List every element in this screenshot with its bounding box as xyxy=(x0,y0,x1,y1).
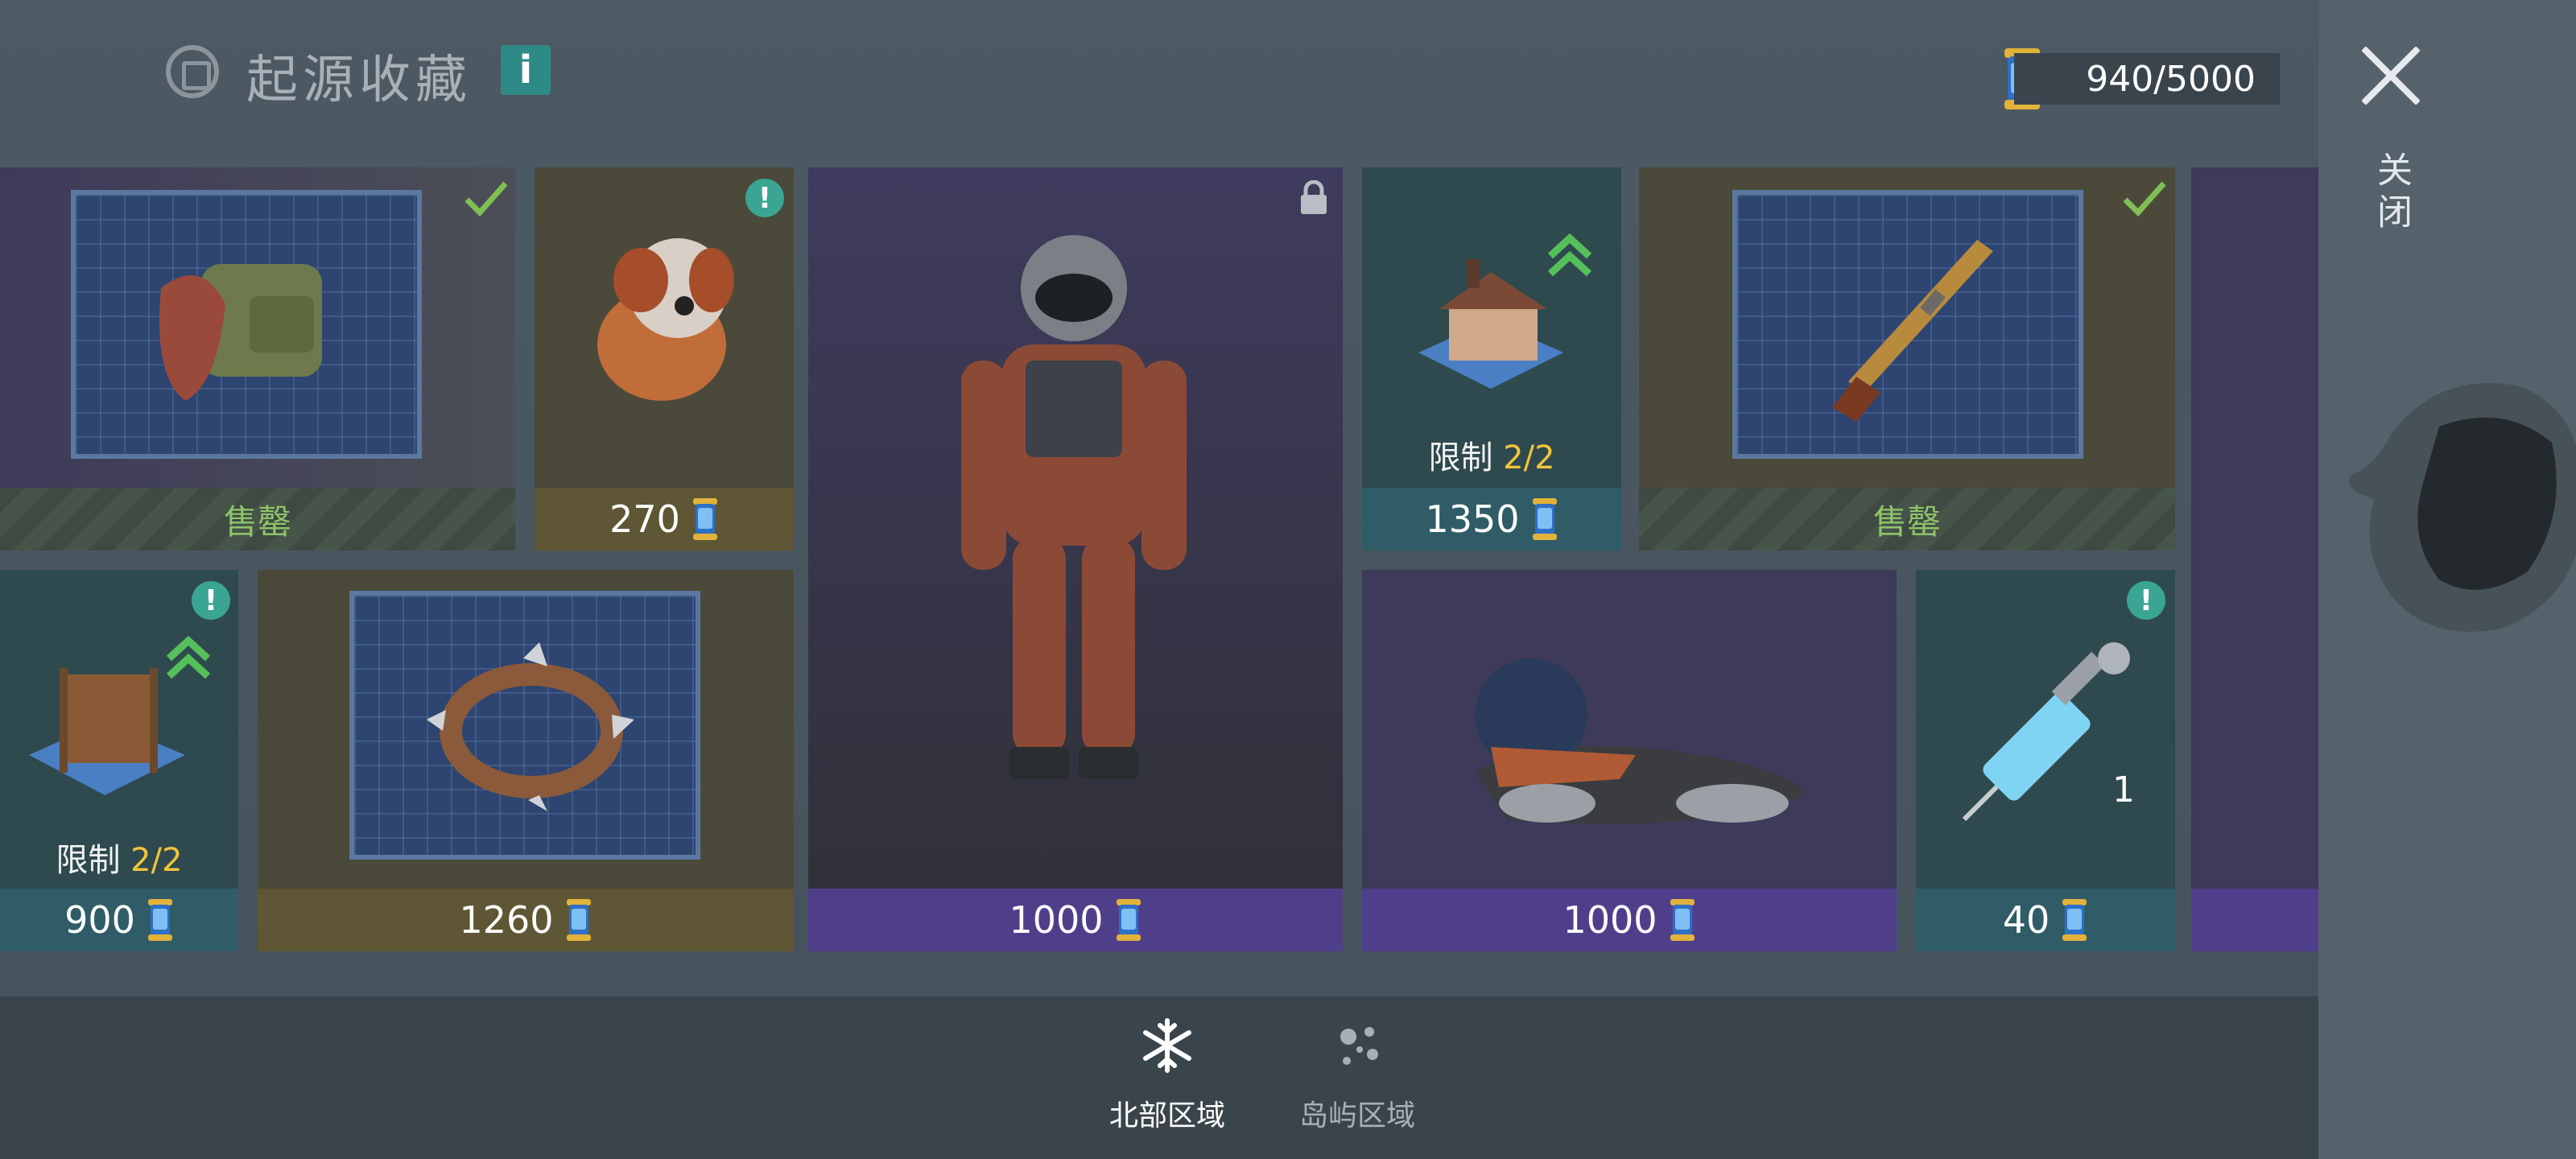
house-image xyxy=(1418,259,1563,389)
price-value: 1350 xyxy=(1425,497,1520,541)
info-button[interactable]: i xyxy=(501,45,551,95)
snow-particles-icon xyxy=(1340,1027,1378,1065)
tab-island-region[interactable]: 岛屿区域 xyxy=(1285,1017,1430,1134)
character-silhouette-icon xyxy=(2349,383,2576,632)
limit-value: 2/2 xyxy=(130,842,183,879)
sold-out-label: 售罄 xyxy=(1639,488,2175,551)
price-tag: 40 xyxy=(1916,889,2175,951)
token-icon xyxy=(1115,897,1142,942)
price-tag xyxy=(2191,889,2318,951)
backpack-image xyxy=(159,264,322,401)
item-card-rifle[interactable]: 售罄 xyxy=(1639,167,2175,551)
limit-value: 2/2 xyxy=(1503,439,1555,476)
tab-label: 岛屿区域 xyxy=(1298,1099,1415,1132)
price-tag: 1000 xyxy=(808,889,1343,951)
currency-counter: 940/5000 xyxy=(2014,53,2280,105)
price-value: 1000 xyxy=(1563,898,1657,942)
token-icon xyxy=(1531,497,1558,542)
price-tag: 1350 xyxy=(1362,488,1621,551)
purchase-limit: 限制 2/2 xyxy=(0,834,238,881)
item-card-syringe[interactable]: ! 1 40 xyxy=(1916,570,2175,951)
price-tag: 1000 xyxy=(1362,889,1897,951)
spiked-collar-image xyxy=(427,642,634,811)
item-card-vehicle[interactable]: 1000 xyxy=(1362,570,1897,951)
alert-icon: ! xyxy=(745,179,784,217)
token-icon xyxy=(2061,897,2088,942)
close-label[interactable]: 关闭 xyxy=(2368,151,2417,235)
alert-icon: ! xyxy=(2127,581,2165,620)
token-icon xyxy=(1669,897,1696,942)
rifle-image xyxy=(1832,240,1993,422)
drying-frame-image xyxy=(29,668,185,795)
item-card-partial-right[interactable] xyxy=(2191,167,2318,951)
price-value: 1260 xyxy=(459,898,554,942)
limit-label: 限制 xyxy=(56,842,121,879)
alert-icon: ! xyxy=(192,581,230,620)
check-icon xyxy=(2123,181,2166,217)
main-area: 起源收藏 i 940/5000 售罄 ! 270 1000 限制 2/2 135… xyxy=(0,0,2318,1159)
item-card-suit[interactable]: 1000 xyxy=(808,167,1343,951)
tab-label: 北部区域 xyxy=(1108,1099,1225,1132)
price-tag: 270 xyxy=(535,488,794,551)
page-title: 起源收藏 xyxy=(246,51,472,110)
item-quantity: 1 xyxy=(2112,769,2135,810)
sold-out-label: 售罄 xyxy=(0,488,515,551)
price-tag: 900 xyxy=(0,889,238,951)
limit-label: 限制 xyxy=(1428,439,1493,476)
check-icon xyxy=(464,181,508,217)
price-value: 270 xyxy=(609,497,680,541)
close-icon[interactable] xyxy=(2357,42,2425,109)
lock-icon xyxy=(1301,180,1327,214)
item-card-house[interactable]: 限制 2/2 1350 xyxy=(1362,167,1621,551)
diver-suit-image xyxy=(961,235,1187,779)
vehicle-image xyxy=(1475,658,1805,824)
token-icon xyxy=(565,897,592,942)
price-value: 900 xyxy=(64,898,135,942)
snowflake-icon xyxy=(1143,1018,1191,1073)
tab-north-region[interactable]: 北部区域 xyxy=(1095,1017,1240,1134)
dog-image xyxy=(597,238,734,401)
purchase-limit: 限制 2/2 xyxy=(1362,431,1621,478)
item-card-collar[interactable]: 1260 xyxy=(258,570,794,951)
price-tag: 1260 xyxy=(258,889,794,951)
item-card-frame[interactable]: ! 限制 2/2 900 xyxy=(0,570,238,951)
side-panel: 关闭 xyxy=(2318,0,2576,1159)
item-card-dog[interactable]: ! 270 xyxy=(535,167,794,551)
price-value: 1000 xyxy=(1009,898,1104,942)
collection-icon xyxy=(166,45,219,98)
token-icon xyxy=(691,497,719,542)
item-card-backpack[interactable]: 售罄 xyxy=(0,167,515,551)
price-value: 40 xyxy=(2002,898,2050,942)
currency-amount: 940/5000 xyxy=(2086,58,2256,100)
token-icon xyxy=(147,897,174,942)
region-tab-bar: 北部区域 岛屿区域 xyxy=(0,996,2318,1159)
